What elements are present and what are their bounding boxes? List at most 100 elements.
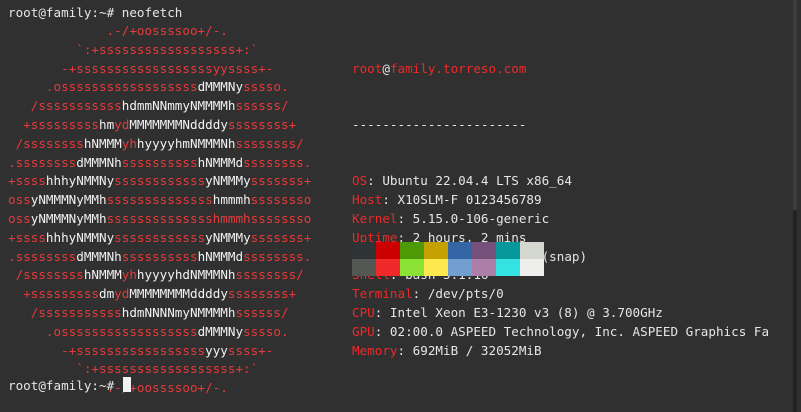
info-value: 692MiB / 32052MiB <box>412 342 542 358</box>
color-swatch <box>496 259 520 276</box>
logo-segment: ssssss/ <box>235 98 289 114</box>
info-row-gpu: GPU: 02:00.0 ASPEED Technology, Inc. ASP… <box>352 323 769 342</box>
logo-segment: ssssssssssss <box>114 229 206 245</box>
logo-segment: hdmNNNNmyNMMMMh <box>121 304 236 320</box>
command-line: root@family:~# neofetch <box>8 4 182 23</box>
logo-line: /sssssssshNMMMyhhyyyyhmNMMMNhssssssss/ <box>8 135 311 154</box>
logo-line: .ssssssssdMMMNhsssssssssshNMMMdssssssss. <box>8 248 311 267</box>
logo-segment: sssso. <box>243 323 289 339</box>
logo-segment: sssssssssssssshmmmhssssssso <box>106 210 312 226</box>
logo-segment: sssssss+ <box>250 173 312 189</box>
color-swatch <box>520 259 544 276</box>
terminal-window[interactable]: root@family:~# neofetch .-/+oossssoo+/-.… <box>0 0 797 412</box>
logo-segment: hNMMM <box>83 135 122 151</box>
info-key: Host <box>352 192 383 208</box>
logo-segment: /sssssssssss <box>8 98 122 114</box>
logo-line: +sssshhhyNMMNyssssssssssssyNMMMysssssss+ <box>8 172 311 191</box>
logo-line: -+ssssssssssssssssssyyssss+- <box>8 60 311 79</box>
info-value: /dev/pts/0 <box>427 286 504 302</box>
text-cursor <box>122 377 131 392</box>
info-key: OS <box>352 173 368 189</box>
color-swatch <box>376 242 400 259</box>
logo-segment: hNMMMd <box>197 248 244 264</box>
logo-segment: yyy <box>205 342 228 358</box>
logo-segment: yNMMMy <box>205 173 251 189</box>
logo-line: .ossssssssssssssssssdMMMNysssso. <box>8 78 311 97</box>
palette-row-normal <box>352 242 544 259</box>
logo-segment: oss <box>8 210 31 226</box>
color-swatch <box>424 242 448 259</box>
info-colon: : <box>374 304 390 320</box>
logo-line: .ssssssssdMMMNhsssssssssshNMMMdssssssss. <box>8 154 311 173</box>
logo-segment: `:+ssssssssssssssssss+:` <box>8 361 259 377</box>
info-value: 02:00.0 ASPEED Technology, Inc. ASPEED G… <box>389 323 770 339</box>
logo-line: .-/+oossssoo+/-. <box>8 22 311 41</box>
info-colon: : <box>367 173 383 189</box>
logo-line: +ssssssssshmydMMMMMMMNddddyssssssss+ <box>8 116 311 135</box>
logo-segment: ssssssss/ <box>235 135 304 151</box>
logo-segment: yNMMMNyMMh <box>30 210 107 226</box>
logo-line: +sssssssssdmydMMMMMMMMddddyssssssss+ <box>8 285 311 304</box>
info-row-kernel: Kernel: 5.15.0-106-generic <box>352 210 769 229</box>
color-swatch <box>376 259 400 276</box>
info-colon: : <box>397 342 413 358</box>
info-colon: : <box>397 210 413 226</box>
info-value: 5.15.0-106-generic <box>412 210 550 226</box>
logo-segment: hdmmNNmmyNMMMMh <box>121 98 236 114</box>
color-swatch <box>352 242 376 259</box>
logo-segment: /ssssssss <box>8 135 84 151</box>
color-swatch <box>472 242 496 259</box>
logo-segment: dMMMNy <box>197 323 244 339</box>
hostname: family.torreso.com <box>389 60 527 76</box>
color-swatch <box>400 259 424 276</box>
logo-segment: `:+ssssssssssssssssss+:` <box>8 41 259 57</box>
logo-segment: +sssssssss <box>8 116 99 132</box>
info-colon: : <box>382 192 398 208</box>
logo-line: /ssssssssssshdmNNNNmyNMMMMhssssss/ <box>8 304 311 323</box>
logo-segment: oss <box>8 192 31 208</box>
logo-segment: yd <box>114 286 130 302</box>
logo-segment: ssssss/ <box>235 304 289 320</box>
shell-prompt: root@family:~# <box>8 5 122 20</box>
logo-line: /sssssssshNMMMyhhyyyyhdNMMMNhssssssss/ <box>8 266 311 285</box>
logo-segment: ssssssssssssss <box>106 192 213 208</box>
logo-segment: hyyyyhmNMMMNh <box>136 135 236 151</box>
logo-segment: /sssssssssss <box>8 304 122 320</box>
logo-segment: dMMMNh <box>76 154 122 170</box>
info-key: Memory <box>352 342 398 358</box>
logo-segment: +ssss <box>8 229 46 245</box>
logo-segment: sssssss+ <box>250 229 312 245</box>
logo-segment: -+sssssssssssssssss <box>8 342 206 358</box>
logo-segment: ssssssss+ <box>227 286 297 302</box>
logo-segment: .ssssssss <box>8 248 77 264</box>
logo-segment: ssssssssss <box>121 248 198 264</box>
logo-segment: ssssssss/ <box>235 267 304 283</box>
info-value: Intel Xeon E3-1230 v3 (8) @ 3.700GHz <box>389 304 663 320</box>
info-value: Ubuntu 22.04.4 LTS x86_64 <box>382 173 572 189</box>
logo-line: /ssssssssssshdmmNNmmyNMMMMhssssss/ <box>8 97 311 116</box>
logo-segment: ssssssss. <box>243 154 312 170</box>
logo-segment: hhhyNMMNy <box>45 173 115 189</box>
info-row-host: Host: X10SLM-F 0123456789 <box>352 191 769 210</box>
logo-line: ossyNMMMNyMMhsssssssssssssshmmmhssssssso <box>8 210 311 229</box>
logo-segment: +ssss <box>8 173 46 189</box>
color-swatch <box>448 242 472 259</box>
logo-segment: MMMMMMMMddddy <box>129 286 228 302</box>
info-colon: : <box>374 323 390 339</box>
scrollbar-thumb[interactable] <box>793 0 797 210</box>
logo-segment: hm <box>99 116 115 132</box>
logo-segment: .-/+oossssoo+/-. <box>8 23 228 38</box>
logo-segment: hNMMM <box>83 267 122 283</box>
info-key: CPU <box>352 304 375 320</box>
logo-segment: ssss+- <box>227 342 274 358</box>
logo-segment: sssso. <box>243 79 289 95</box>
logo-segment: ssssssss. <box>243 248 312 264</box>
info-value: X10SLM-F 0123456789 <box>397 192 542 208</box>
active-prompt-line[interactable]: root@family:~# <box>8 377 131 396</box>
logo-segment: ssssssss+ <box>227 116 297 132</box>
logo-segment: .ssssssss <box>8 154 77 170</box>
info-row-os: OS: Ubuntu 22.04.4 LTS x86_64 <box>352 172 769 191</box>
logo-segment: +sssssssss <box>8 286 99 302</box>
logo-segment: yNMMMNyMMh <box>30 192 107 208</box>
logo-segment: dMMMNy <box>197 79 244 95</box>
